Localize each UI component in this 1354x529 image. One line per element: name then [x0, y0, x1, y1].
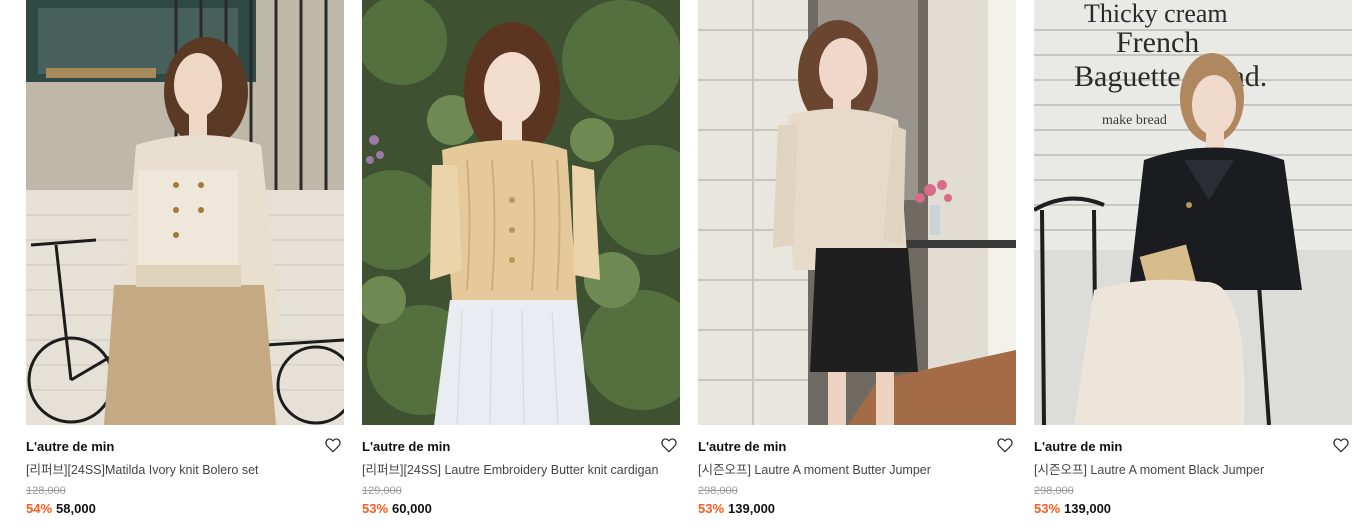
heart-outline-icon[interactable] — [1332, 436, 1350, 454]
bakery-sign-line4: make bread — [1102, 113, 1167, 128]
price-row: 53% 139,000 — [698, 501, 1016, 517]
product-image[interactable] — [698, 0, 1016, 425]
product-image[interactable]: Thicky cream French Baguette Bread. make… — [1034, 0, 1352, 425]
product-brand[interactable]: L'autre de min — [1034, 439, 1352, 455]
discount-rate: 53% — [1034, 501, 1061, 516]
product-name[interactable]: [리퍼브][24SS]Matilda Ivory knit Bolero set — [26, 462, 344, 478]
product-image[interactable] — [26, 0, 344, 425]
sale-price: 60,000 — [392, 501, 432, 516]
original-price: 298,000 — [698, 485, 738, 497]
sale-price: 139,000 — [1064, 501, 1112, 516]
price-row: 53% 60,000 — [362, 501, 680, 517]
product-brand[interactable]: L'autre de min — [698, 439, 1016, 455]
discount-rate: 53% — [698, 501, 725, 516]
product-card[interactable]: L'autre de min [리퍼브][24SS]Matilda Ivory … — [26, 0, 344, 529]
product-name[interactable]: [리퍼브][24SS] Lautre Embroidery Butter kni… — [362, 462, 680, 478]
sale-price: 139,000 — [728, 501, 776, 516]
product-name[interactable]: [시즌오프] Lautre A moment Butter Jumper — [698, 462, 1016, 478]
product-info: L'autre de min [시즌오프] Lautre A moment Bl… — [1034, 425, 1352, 517]
heart-outline-icon[interactable] — [996, 436, 1014, 454]
original-price: 128,000 — [26, 485, 66, 497]
product-card[interactable]: Thicky cream French Baguette Bread. make… — [1034, 0, 1352, 529]
price-row: 54% 58,000 — [26, 501, 344, 517]
product-card[interactable]: L'autre de min [시즌오프] Lautre A moment Bu… — [698, 0, 1016, 529]
heart-outline-icon[interactable] — [660, 436, 678, 454]
product-brand[interactable]: L'autre de min — [26, 439, 344, 455]
original-price: 298,000 — [1034, 485, 1074, 497]
discount-rate: 54% — [26, 501, 53, 516]
bakery-sign-line1: Thicky cream — [1084, 0, 1228, 28]
heart-outline-icon[interactable] — [324, 436, 342, 454]
product-image[interactable] — [362, 0, 680, 425]
price-row: 53% 139,000 — [1034, 501, 1352, 517]
product-grid: L'autre de min [리퍼브][24SS]Matilda Ivory … — [0, 0, 1354, 529]
product-info: L'autre de min [리퍼브][24SS]Matilda Ivory … — [26, 425, 344, 517]
original-price: 129,000 — [362, 485, 402, 497]
bakery-sign-line2: French — [1116, 26, 1199, 59]
product-card[interactable]: L'autre de min [리퍼브][24SS] Lautre Embroi… — [362, 0, 680, 529]
sale-price: 58,000 — [56, 501, 96, 516]
product-info: L'autre de min [시즌오프] Lautre A moment Bu… — [698, 425, 1016, 517]
product-brand[interactable]: L'autre de min — [362, 439, 680, 455]
discount-rate: 53% — [362, 501, 389, 516]
product-name[interactable]: [시즌오프] Lautre A moment Black Jumper — [1034, 462, 1352, 478]
product-info: L'autre de min [리퍼브][24SS] Lautre Embroi… — [362, 425, 680, 517]
